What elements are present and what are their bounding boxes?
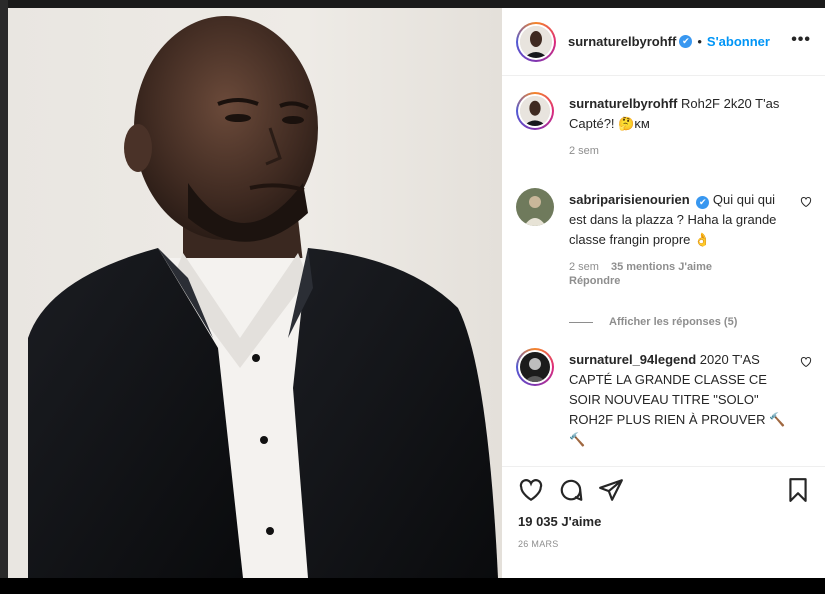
more-options-icon[interactable]: ••• xyxy=(791,32,811,48)
post-photo[interactable] xyxy=(8,8,502,578)
caption-username[interactable]: surnaturelbyrohff xyxy=(569,96,677,111)
author-avatar[interactable] xyxy=(516,21,556,62)
replies-divider xyxy=(569,321,593,323)
comment-icon[interactable] xyxy=(558,477,584,503)
comment-meta: 2 sem 35 mentions J'aime xyxy=(569,260,789,274)
caption-avatar[interactable] xyxy=(516,92,554,130)
comment-heart-icon[interactable] xyxy=(800,196,812,208)
comment-time: 2 sem xyxy=(569,261,599,273)
author-username[interactable]: surnaturelbyrohff xyxy=(568,34,676,49)
comment-username[interactable]: surnaturel_94legend xyxy=(569,352,696,367)
comment-avatar[interactable] xyxy=(516,348,554,386)
backdrop-bottom xyxy=(0,578,825,594)
post-actions: 19 035 J'aime 26 MARS xyxy=(502,466,825,578)
view-replies-button[interactable]: Afficher les réponses (5) xyxy=(569,316,737,328)
comment-avatar[interactable] xyxy=(516,188,554,226)
follow-button[interactable]: S'abonner xyxy=(707,34,770,49)
post-details-panel: surnaturelbyrohff ✔ • S'abonner ••• surn… xyxy=(502,8,825,578)
verified-icon: ✔ xyxy=(679,35,693,48)
post-date: 26 MARS xyxy=(518,539,559,549)
reply-button[interactable]: Répondre xyxy=(569,274,789,288)
comment-likes[interactable]: 35 mentions J'aime xyxy=(611,261,712,273)
portrait-image xyxy=(28,16,498,578)
verified-icon: ✔ xyxy=(696,196,710,209)
share-icon[interactable] xyxy=(598,477,624,503)
separator-dot: • xyxy=(697,34,702,49)
heart-icon[interactable] xyxy=(518,477,544,503)
caption-time: 2 sem xyxy=(569,145,599,157)
view-replies-label[interactable]: Afficher les réponses (5) xyxy=(609,316,737,328)
backdrop-top xyxy=(0,0,825,8)
backdrop-left xyxy=(0,0,8,594)
bookmark-icon[interactable] xyxy=(785,477,811,503)
comment-username[interactable]: sabriparisienourien xyxy=(569,192,690,207)
post-header: surnaturelbyrohff ✔ • S'abonner ••• xyxy=(502,8,825,76)
comments-list[interactable]: surnaturelbyrohff Roh2F 2k20 T'as Capté?… xyxy=(502,76,825,466)
screenshot: surnaturelbyrohff ✔ • S'abonner ••• surn… xyxy=(0,0,825,594)
likes-count[interactable]: 19 035 J'aime xyxy=(518,514,601,529)
comment-heart-icon[interactable] xyxy=(800,356,812,368)
